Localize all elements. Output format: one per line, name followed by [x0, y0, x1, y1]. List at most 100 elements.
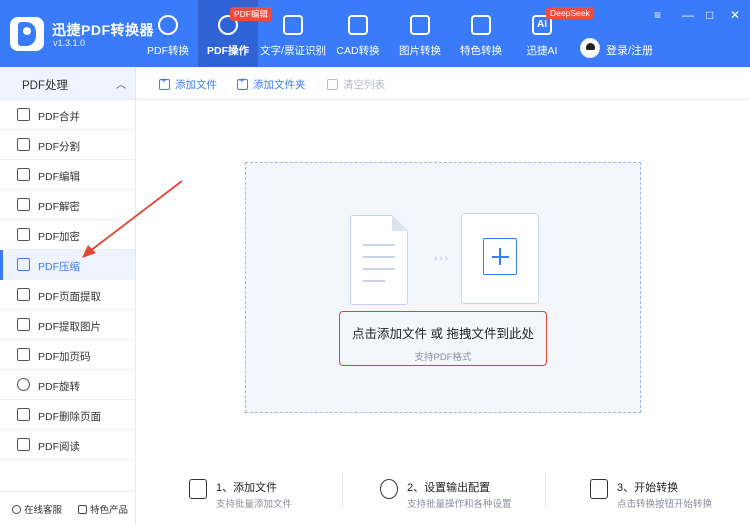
sidebar-item-pdf-edit[interactable]: PDF编辑	[0, 160, 135, 190]
sidebar-item-pdf-extract-images[interactable]: PDF提取图片	[0, 310, 135, 340]
sidebar-item-label: PDF删除页面	[38, 411, 101, 423]
merge-icon	[17, 108, 30, 121]
sidebar-header[interactable]: PDF处理 ︿	[0, 67, 135, 100]
tab-pdf-convert[interactable]: PDF转换	[140, 0, 196, 67]
edit-icon	[17, 168, 30, 181]
tab-label: 文字/票证识别	[260, 45, 326, 57]
add-folder-label: 添加文件夹	[253, 79, 306, 91]
close-icon[interactable]: ✕	[730, 8, 740, 22]
page-extract-icon	[17, 288, 30, 301]
page-number-icon	[17, 348, 30, 361]
delete-page-icon	[17, 408, 30, 421]
menu-icon[interactable]: ≡	[654, 8, 661, 22]
sidebar-item-pdf-delete-pages[interactable]: PDF删除页面	[0, 400, 135, 430]
sidebar-item-pdf-compress[interactable]: PDF压缩	[0, 250, 135, 280]
toolbar: 添加文件 添加文件夹 清空列表	[137, 67, 750, 100]
add-file-button[interactable]: 添加文件	[159, 76, 217, 92]
add-folder-button[interactable]: 添加文件夹	[237, 76, 306, 92]
headset-icon	[12, 505, 21, 514]
plus-icon	[483, 238, 517, 275]
step-desc: 支持批量添加文件	[216, 499, 293, 510]
sidebar-item-label: PDF旋转	[38, 381, 80, 393]
sidebar-item-label: PDF压缩	[38, 261, 80, 273]
tab-label: CAD转换	[336, 45, 380, 57]
minimize-icon[interactable]: —	[682, 8, 694, 22]
star-convert-icon	[471, 15, 491, 35]
trash-icon	[327, 79, 338, 90]
sidebar-item-label: PDF加页码	[38, 351, 91, 363]
split-icon	[17, 138, 30, 151]
sidebar-item-label: PDF解密	[38, 201, 80, 213]
tab-label: 迅捷AI	[526, 45, 558, 57]
shield-icon	[17, 228, 30, 241]
book-icon	[17, 438, 30, 451]
products-icon	[78, 505, 87, 514]
rotate-icon	[17, 378, 30, 391]
drop-zone-title[interactable]: 点击添加文件 或 拖拽文件到此处	[246, 323, 640, 342]
document-icon	[350, 215, 408, 305]
tab-label: 特色转换	[460, 45, 502, 57]
convert-icon	[158, 15, 178, 35]
sidebar-item-label: PDF合并	[38, 111, 80, 123]
steps-bar: 1、添加文件 支持批量添加文件 2、设置输出配置 支持批量操作和各种设置 3、开…	[137, 462, 750, 525]
app-logo-icon	[10, 17, 44, 51]
step-title: 1、添加文件	[216, 482, 278, 494]
tab-cad-convert[interactable]: CAD转换	[330, 0, 386, 67]
online-service-button[interactable]: 在线客服	[12, 502, 62, 516]
step-title: 3、开始转换	[617, 482, 679, 494]
sidebar-item-pdf-decrypt[interactable]: PDF解密	[0, 190, 135, 220]
sidebar-item-pdf-merge[interactable]: PDF合并	[0, 100, 135, 130]
add-folder-icon	[237, 76, 248, 90]
featured-products-button[interactable]: 特色产品	[78, 502, 128, 516]
compress-icon	[17, 258, 30, 271]
drop-zone-subtitle: 支持PDF格式	[414, 352, 472, 363]
tab-special-convert[interactable]: 特色转换	[453, 0, 509, 67]
tab-label: PDF操作	[207, 45, 249, 57]
sidebar-item-label: PDF分割	[38, 141, 80, 153]
sidebar-item-label: PDF阅读	[38, 441, 80, 453]
sidebar-item-pdf-add-page-numbers[interactable]: PDF加页码	[0, 340, 135, 370]
chevron-up-icon: ︿	[116, 80, 126, 91]
sidebar-item-label: PDF提取图片	[38, 321, 101, 333]
avatar	[580, 38, 600, 58]
login-label: 登录/注册	[606, 45, 654, 57]
tab-ocr[interactable]: 文字/票证识别	[260, 0, 326, 67]
convert-refresh-icon	[590, 479, 608, 499]
sidebar-item-pdf-read[interactable]: PDF阅读	[0, 430, 135, 460]
app-version: v1.3.1.0	[53, 38, 86, 48]
sidebar-item-label: PDF页面提取	[38, 291, 101, 303]
app-name: 迅捷PDF转换器	[52, 22, 154, 38]
arrow-dots-icon: ›››	[434, 253, 450, 264]
image-icon	[410, 15, 430, 35]
sidebar-footer: 在线客服 特色产品	[0, 491, 135, 525]
tab-pdf-operation[interactable]: PDF操作 PDF编辑	[198, 0, 273, 67]
clear-list-button[interactable]: 清空列表	[327, 77, 385, 92]
add-file-label: 添加文件	[175, 79, 217, 91]
add-file-box[interactable]	[461, 213, 539, 304]
image-icon	[17, 318, 30, 331]
tab-xunjie-ai[interactable]: AI 迅捷AI DeepSeek	[514, 0, 594, 67]
deepseek-badge: DeepSeek	[546, 7, 594, 19]
sidebar-item-pdf-split[interactable]: PDF分割	[0, 130, 135, 160]
top-bar: 迅捷PDF转换器 v1.3.1.0 PDF转换 PDF操作 PDF编辑 文字/票…	[0, 0, 750, 67]
file-drop-zone[interactable]: ››› 点击添加文件 或 拖拽文件到此处 支持PDF格式	[245, 162, 641, 413]
sidebar-item-label: PDF加密	[38, 231, 80, 243]
sidebar: PDF处理 ︿ PDF合并 PDF分割 PDF编辑 PDF解密 PDF加密 PD…	[0, 67, 136, 525]
cad-icon	[348, 15, 368, 35]
step-desc: 支持批量操作和各种设置	[407, 499, 512, 510]
step-title: 2、设置输出配置	[407, 482, 491, 494]
sidebar-item-pdf-rotate[interactable]: PDF旋转	[0, 370, 135, 400]
online-service-label: 在线客服	[24, 505, 63, 516]
maximize-icon[interactable]: □	[706, 8, 713, 22]
add-file-icon	[159, 76, 170, 90]
tab-label: PDF转换	[147, 45, 189, 57]
step-desc: 点击转换按钮开始转换	[617, 499, 713, 510]
featured-products-label: 特色产品	[90, 505, 129, 516]
sidebar-item-label: PDF编辑	[38, 171, 80, 183]
sidebar-item-pdf-page-extract[interactable]: PDF页面提取	[0, 280, 135, 310]
unlock-icon	[17, 198, 30, 211]
add-file-step-icon	[189, 479, 207, 499]
tab-image-convert[interactable]: 图片转换	[392, 0, 448, 67]
gear-icon	[380, 479, 398, 499]
sidebar-item-pdf-encrypt[interactable]: PDF加密	[0, 220, 135, 250]
